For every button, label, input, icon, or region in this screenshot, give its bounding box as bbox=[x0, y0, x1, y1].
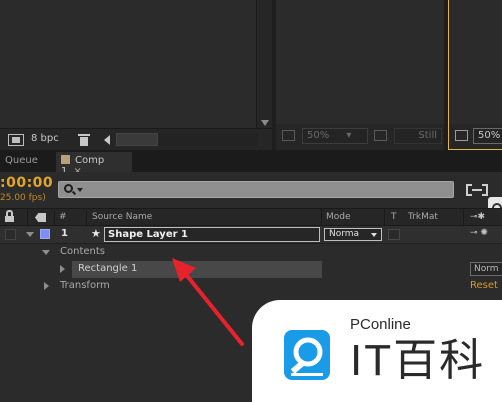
arrow-shaft bbox=[182, 270, 244, 346]
arrow-head bbox=[172, 258, 196, 282]
watermark-brand: PConline bbox=[350, 316, 411, 333]
pconline-logo-icon bbox=[284, 330, 330, 380]
watermark-text: IT百科 bbox=[350, 336, 486, 385]
watermark: PConline IT百科 bbox=[252, 300, 502, 402]
